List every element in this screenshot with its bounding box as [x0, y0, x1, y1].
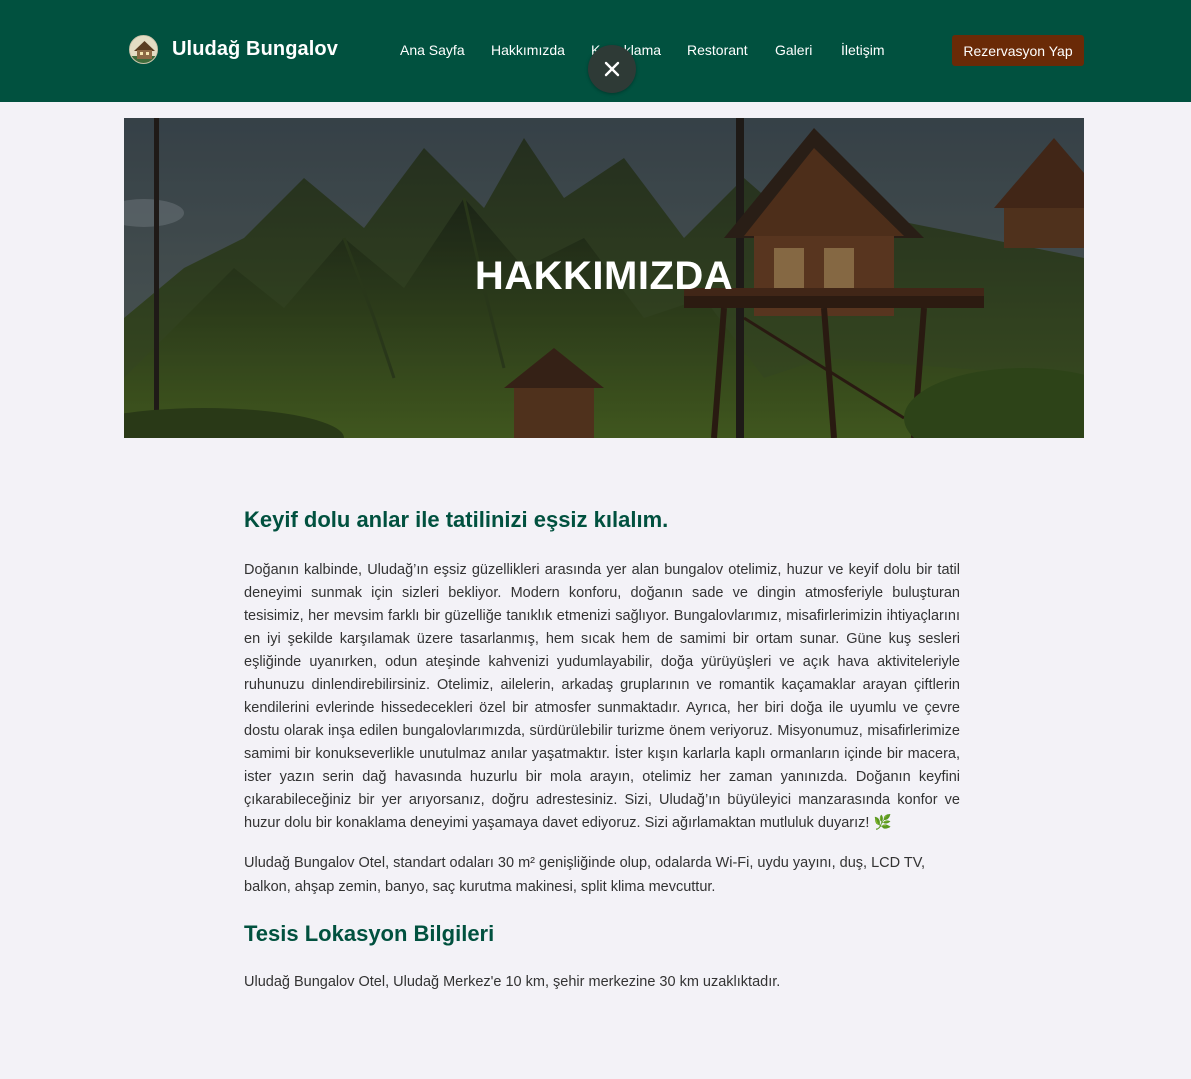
nav-link-ana-sayfa[interactable]: Ana Sayfa [400, 42, 465, 58]
nav-link-restorant[interactable]: Restorant [687, 42, 748, 58]
reservation-button[interactable]: Rezervasyon Yap [952, 35, 1084, 66]
hero-title: HAKKIMIZDA [474, 254, 734, 298]
leaf-emoji-icon: 🌿 [873, 815, 892, 831]
hero-banner: HAKKIMIZDA [124, 118, 1084, 438]
brand[interactable]: Uludağ Bungalov [129, 33, 338, 65]
about-heading: Keyif dolu anlar ile tatilinizi eşsiz kı… [244, 507, 669, 532]
bungalow-logo-icon [129, 34, 158, 64]
location-text: Uludağ Bungalov Otel, Uludağ Merkez'e 10… [244, 974, 781, 990]
brand-name: Uludağ Bungalov [172, 37, 338, 60]
about-content: Keyif dolu anlar ile tatilinizi eşsiz kı… [244, 505, 960, 994]
nav-link-hakkimizda[interactable]: Hakkımızda [491, 42, 565, 58]
nav-link-iletisim[interactable]: İletişim [841, 42, 885, 58]
close-menu-button[interactable] [588, 45, 636, 93]
location-heading: Tesis Lokasyon Bilgileri [244, 921, 495, 946]
nav-link-galeri[interactable]: Galeri [775, 42, 812, 58]
room-info-paragraph: Uludağ Bungalov Otel, standart odaları 3… [244, 855, 926, 895]
close-icon [604, 61, 620, 77]
about-paragraph-text: Doğanın kalbinde, Uludağ’ın eşsiz güzell… [244, 562, 960, 831]
about-paragraph: Doğanın kalbinde, Uludağ’ın eşsiz güzell… [244, 559, 960, 835]
